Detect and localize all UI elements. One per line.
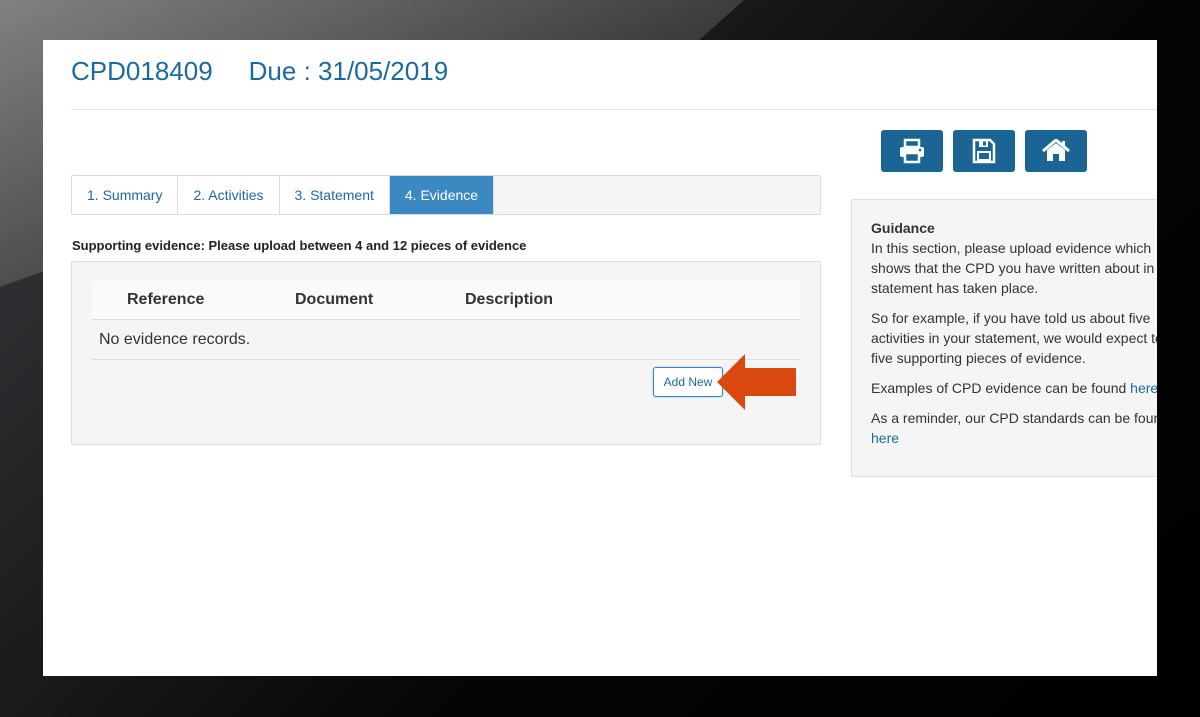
- guidance-text-4: As a reminder, our CPD standards can be …: [871, 408, 1157, 448]
- home-icon: [1042, 139, 1070, 161]
- examples-link[interactable]: here: [1130, 380, 1157, 396]
- tab-evidence[interactable]: 4. Evidence: [389, 176, 495, 214]
- toolbar: [881, 130, 1087, 172]
- save-icon: [972, 138, 996, 164]
- guidance-examples-text: Examples of CPD evidence can be found: [871, 380, 1127, 396]
- record-id: CPD018409: [71, 56, 213, 86]
- guidance-panel: Guidance In this section, please upload …: [851, 199, 1157, 477]
- evidence-panel: Reference Document Description No eviden…: [71, 261, 821, 445]
- guidance-standards-text: As a reminder, our CPD standards can be …: [871, 410, 1157, 426]
- print-button[interactable]: [881, 130, 943, 172]
- evidence-table-header: Reference Document Description: [92, 281, 801, 320]
- home-button[interactable]: [1025, 130, 1087, 172]
- empty-message: No evidence records.: [99, 331, 251, 348]
- app-screen: CPD018409 Due : 31/05/2019 1. Summary 2.…: [43, 40, 1157, 676]
- save-button[interactable]: [953, 130, 1015, 172]
- guidance-title: Guidance: [871, 220, 935, 236]
- column-description: Description: [465, 291, 554, 308]
- evidence-instruction: Supporting evidence: Please upload betwe…: [72, 238, 527, 253]
- guidance-text-2: So for example, if you have told us abou…: [871, 310, 1157, 366]
- guidance-text-1: In this section, please upload evidence …: [871, 240, 1155, 296]
- arrow-pointer-icon: [717, 354, 796, 410]
- tab-activities[interactable]: 2. Activities: [178, 176, 280, 214]
- header-divider: [71, 109, 1157, 110]
- column-document: Document: [295, 291, 374, 308]
- add-new-button[interactable]: Add New: [653, 367, 723, 397]
- page-title: CPD018409 Due : 31/05/2019: [71, 56, 448, 87]
- print-icon: [900, 138, 924, 164]
- standards-link[interactable]: here: [871, 430, 899, 446]
- tab-summary[interactable]: 1. Summary: [72, 176, 179, 214]
- due-date: Due : 31/05/2019: [248, 56, 449, 86]
- column-reference: Reference: [127, 291, 205, 308]
- tab-statement[interactable]: 3. Statement: [279, 176, 390, 214]
- guidance-text-3: Examples of CPD evidence can be found he…: [871, 378, 1157, 398]
- table-divider: [92, 359, 801, 360]
- step-tabs: 1. Summary 2. Activities 3. Statement 4.…: [71, 175, 821, 215]
